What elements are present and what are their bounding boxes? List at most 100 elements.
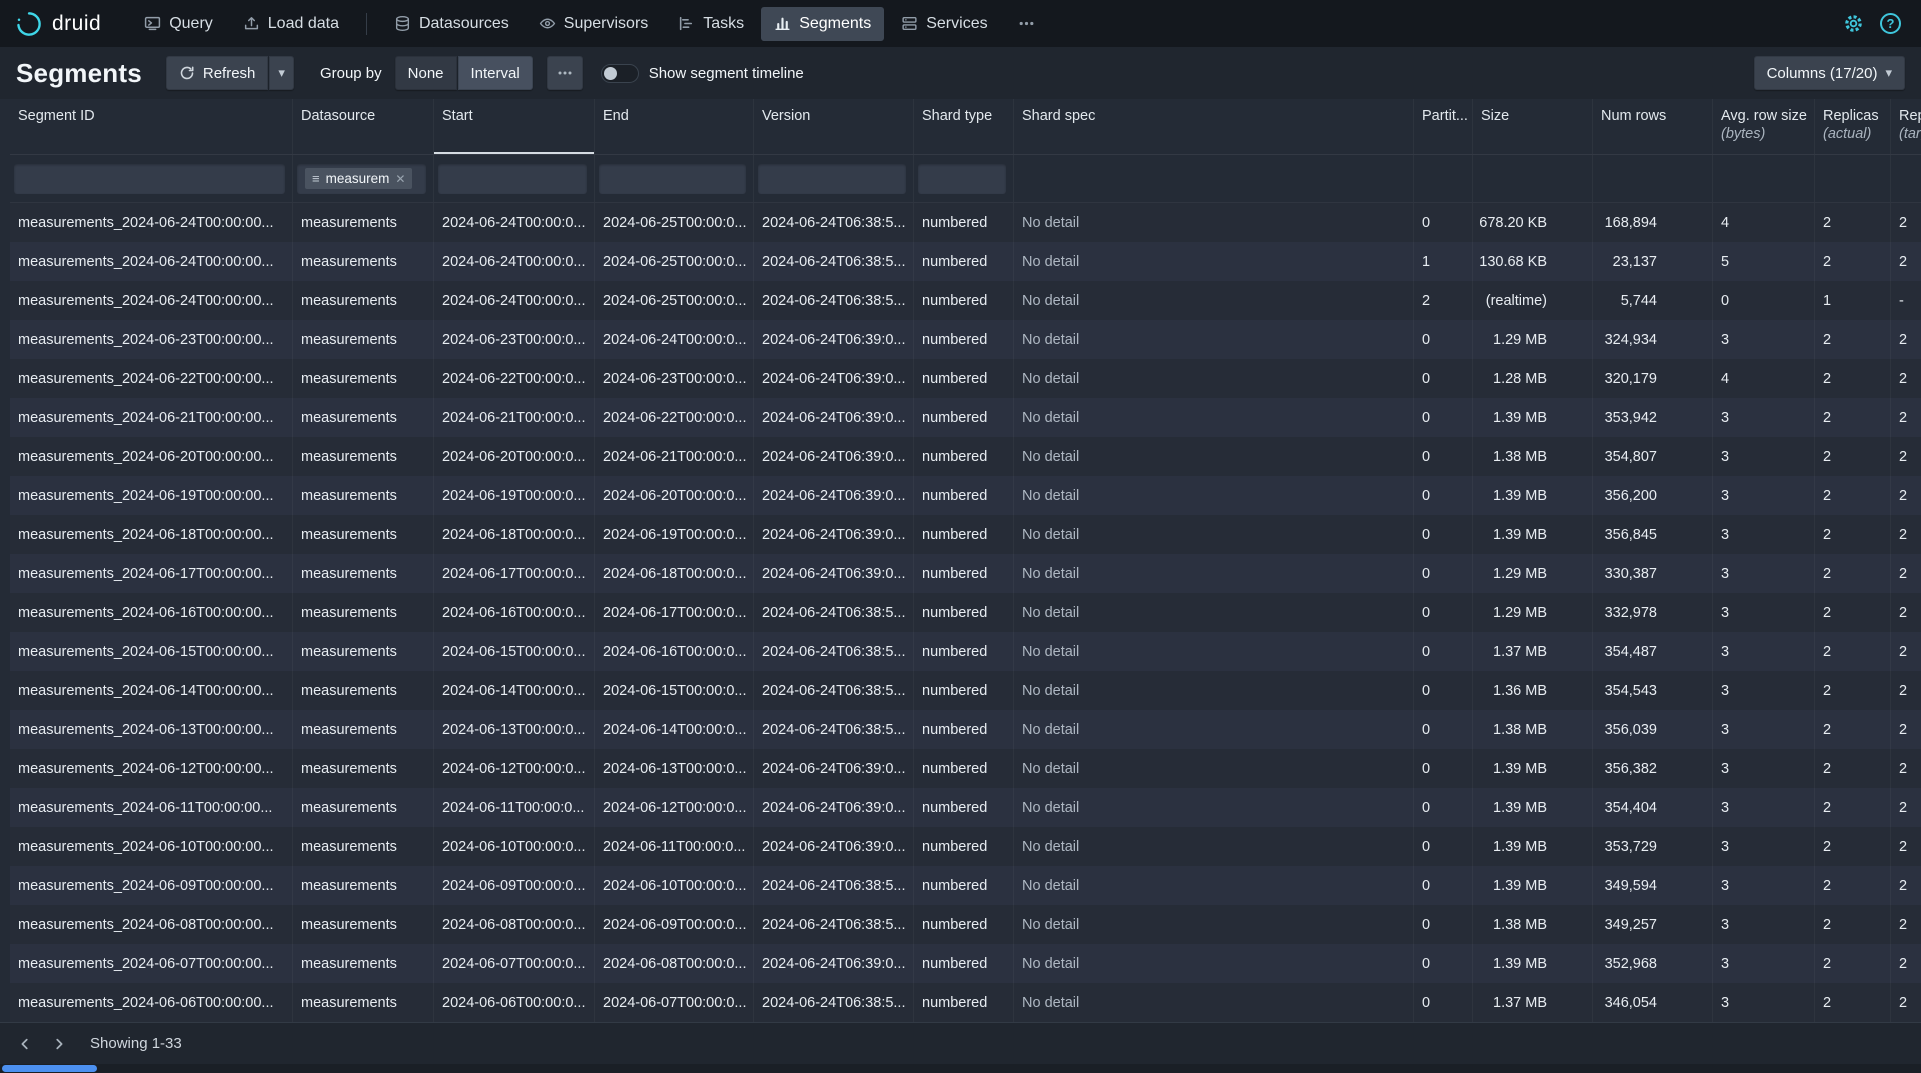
column-header-avg-row-size[interactable]: Avg. row size (bytes) xyxy=(1713,99,1815,154)
table-row[interactable]: measurements_2024-06-21T00:00:00... meas… xyxy=(10,398,1921,437)
column-header-shard-type[interactable]: Shard type xyxy=(914,99,1014,154)
refresh-interval-dropdown[interactable]: ▾ xyxy=(269,56,294,90)
help-button[interactable]: ? xyxy=(1880,13,1901,34)
column-header-version[interactable]: Version xyxy=(754,99,914,154)
filter-input-start[interactable] xyxy=(438,164,587,194)
table-row[interactable]: measurements_2024-06-24T00:00:00... meas… xyxy=(10,203,1921,242)
table-row[interactable]: measurements_2024-06-23T00:00:00... meas… xyxy=(10,320,1921,359)
column-header-end[interactable]: End xyxy=(595,99,754,154)
table-row[interactable]: measurements_2024-06-13T00:00:00... meas… xyxy=(10,710,1921,749)
cell-end: 2024-06-08T00:00:0... xyxy=(595,944,754,983)
brand[interactable]: druid xyxy=(14,9,101,39)
cell-version: 2024-06-24T06:38:5... xyxy=(754,281,914,320)
table-row[interactable]: measurements_2024-06-22T00:00:00... meas… xyxy=(10,359,1921,398)
table-row[interactable]: measurements_2024-06-07T00:00:00... meas… xyxy=(10,944,1921,983)
cell-datasource: measurements xyxy=(293,359,434,398)
settings-gear-button[interactable] xyxy=(1843,13,1864,34)
cell-avg-row-size: 3 xyxy=(1713,827,1815,866)
nav-item-services[interactable]: Services xyxy=(888,7,1000,41)
refresh-button[interactable]: Refresh xyxy=(166,56,269,90)
nav-more-button[interactable] xyxy=(1005,7,1048,40)
column-header-shard-spec[interactable]: Shard spec xyxy=(1014,99,1414,154)
scrollbar-thumb[interactable] xyxy=(2,1065,97,1072)
table-row[interactable]: measurements_2024-06-18T00:00:00... meas… xyxy=(10,515,1921,554)
nav-item-query[interactable]: Query xyxy=(131,7,226,41)
cell-shard-type: numbered xyxy=(914,905,1014,944)
column-header-segment-id[interactable]: Segment ID xyxy=(10,99,293,154)
cell-replication-factor: 2 xyxy=(1891,320,1921,359)
cell-datasource: measurements xyxy=(293,944,434,983)
column-header-datasource[interactable]: Datasource xyxy=(293,99,434,154)
table-row[interactable]: measurements_2024-06-15T00:00:00... meas… xyxy=(10,632,1921,671)
cell-partition: 0 xyxy=(1414,749,1473,788)
column-header-replication-factor[interactable]: Replication factor (target) xyxy=(1891,99,1921,154)
table-row[interactable]: measurements_2024-06-14T00:00:00... meas… xyxy=(10,671,1921,710)
cell-shard-type: numbered xyxy=(914,671,1014,710)
cell-start: 2024-06-20T00:00:0... xyxy=(434,437,595,476)
cell-datasource: measurements xyxy=(293,671,434,710)
query-icon xyxy=(144,15,161,32)
cell-size: 1.39 MB xyxy=(1473,749,1593,788)
filter-input-segment-id[interactable] xyxy=(14,164,285,194)
cell-start: 2024-06-24T00:00:0... xyxy=(434,242,595,281)
cell-replication-factor: 2 xyxy=(1891,437,1921,476)
cell-num-rows: 349,257 xyxy=(1593,905,1713,944)
table-row[interactable]: measurements_2024-06-19T00:00:00... meas… xyxy=(10,476,1921,515)
table-row[interactable]: measurements_2024-06-06T00:00:00... meas… xyxy=(10,983,1921,1022)
close-icon[interactable]: ✕ xyxy=(395,172,405,186)
group-by-interval-button[interactable]: Interval xyxy=(458,56,533,90)
column-header-start[interactable]: Start xyxy=(434,99,595,154)
nav-item-supervisors[interactable]: Supervisors xyxy=(526,7,661,41)
columns-label: Columns (17/20) xyxy=(1767,65,1878,82)
filter-input-datasource[interactable]: ≡ measurem ✕ xyxy=(297,164,426,194)
cell-replication-factor: 2 xyxy=(1891,203,1921,242)
filter-input-version[interactable] xyxy=(758,164,906,194)
cell-replicas: 2 xyxy=(1815,749,1891,788)
cell-segment-id: measurements_2024-06-07T00:00:00... xyxy=(10,944,293,983)
table-row[interactable]: measurements_2024-06-11T00:00:00... meas… xyxy=(10,788,1921,827)
previous-page-button[interactable] xyxy=(10,1029,40,1059)
cell-datasource: measurements xyxy=(293,437,434,476)
cell-datasource: measurements xyxy=(293,242,434,281)
column-header-size[interactable]: Size xyxy=(1473,99,1593,154)
table-row[interactable]: measurements_2024-06-20T00:00:00... meas… xyxy=(10,437,1921,476)
nav-item-load-data[interactable]: Load data xyxy=(230,7,352,41)
cell-num-rows: 354,807 xyxy=(1593,437,1713,476)
table-row[interactable]: measurements_2024-06-24T00:00:00... meas… xyxy=(10,242,1921,281)
columns-button[interactable]: Columns (17/20) ▾ xyxy=(1754,56,1905,90)
table-row[interactable]: measurements_2024-06-16T00:00:00... meas… xyxy=(10,593,1921,632)
nav-item-segments[interactable]: Segments xyxy=(761,7,884,41)
cell-segment-id: measurements_2024-06-17T00:00:00... xyxy=(10,554,293,593)
cell-end: 2024-06-12T00:00:0... xyxy=(595,788,754,827)
filter-input-shard-type[interactable] xyxy=(918,164,1006,194)
more-options-button[interactable] xyxy=(547,56,583,90)
segment-timeline-toggle[interactable] xyxy=(601,64,639,83)
cell-replicas: 2 xyxy=(1815,242,1891,281)
filter-input-end[interactable] xyxy=(599,164,746,194)
table-row[interactable]: measurements_2024-06-12T00:00:00... meas… xyxy=(10,749,1921,788)
table-row[interactable]: measurements_2024-06-10T00:00:00... meas… xyxy=(10,827,1921,866)
cell-start: 2024-06-24T00:00:0... xyxy=(434,203,595,242)
cell-replication-factor: 2 xyxy=(1891,749,1921,788)
top-nav: druid Query Load data xyxy=(0,0,1921,47)
column-header-replicas[interactable]: Replicas (actual) xyxy=(1815,99,1891,154)
cell-avg-row-size: 3 xyxy=(1713,593,1815,632)
group-by-none-button[interactable]: None xyxy=(395,56,457,90)
cell-segment-id: measurements_2024-06-24T00:00:00... xyxy=(10,242,293,281)
cell-size: 1.29 MB xyxy=(1473,554,1593,593)
cell-shard-type: numbered xyxy=(914,749,1014,788)
table-row[interactable]: measurements_2024-06-24T00:00:00... meas… xyxy=(10,281,1921,320)
table-row[interactable]: measurements_2024-06-17T00:00:00... meas… xyxy=(10,554,1921,593)
nav-item-tasks[interactable]: Tasks xyxy=(665,7,757,41)
table-row[interactable]: measurements_2024-06-08T00:00:00... meas… xyxy=(10,905,1921,944)
cell-partition: 0 xyxy=(1414,476,1473,515)
cell-start: 2024-06-14T00:00:0... xyxy=(434,671,595,710)
next-page-button[interactable] xyxy=(44,1029,74,1059)
table-row[interactable]: measurements_2024-06-09T00:00:00... meas… xyxy=(10,866,1921,905)
column-header-num-rows[interactable]: Num rows xyxy=(1593,99,1713,154)
filter-icon: ≡ xyxy=(312,171,320,186)
cell-end: 2024-06-25T00:00:0... xyxy=(595,281,754,320)
column-header-partition[interactable]: Partit... xyxy=(1414,99,1473,154)
cell-avg-row-size: 3 xyxy=(1713,788,1815,827)
nav-item-datasources[interactable]: Datasources xyxy=(381,7,522,41)
